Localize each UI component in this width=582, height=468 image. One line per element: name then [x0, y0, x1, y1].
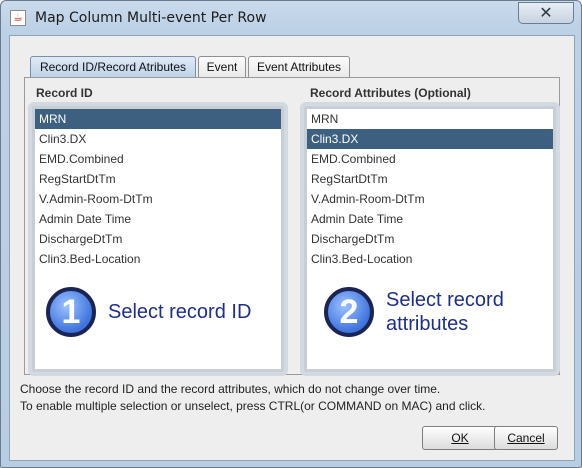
tab-record-id-attributes[interactable]: Record ID/Record Atributes — [30, 56, 196, 78]
list-item[interactable]: EMD.Combined — [35, 149, 281, 169]
list-item[interactable]: RegStartDtTm — [307, 169, 553, 189]
hint-line-2: To enable multiple selection or unselect… — [20, 399, 486, 413]
java-cup-icon: ☕ — [10, 10, 26, 26]
tab-event[interactable]: Event — [198, 56, 246, 78]
ok-button-label: OK — [451, 431, 469, 445]
step-2-badge-icon: 2 — [324, 287, 374, 337]
list-item[interactable]: Clin3.Bed-Location — [307, 249, 553, 269]
close-button[interactable]: ✕ — [518, 2, 574, 24]
list-item[interactable]: Admin Date Time — [307, 209, 553, 229]
list-item[interactable]: MRN — [35, 109, 281, 129]
dialog-content: Record ID/Record Atributes Event Event A… — [9, 35, 575, 461]
step-1-text: Select record ID — [108, 301, 252, 323]
step-1-callout: 1 Select record ID — [46, 287, 278, 337]
step-1-badge-icon: 1 — [46, 287, 96, 337]
close-icon: ✕ — [539, 3, 553, 22]
list-item[interactable]: Clin3.DX — [35, 129, 281, 149]
list-item[interactable]: Admin Date Time — [35, 209, 281, 229]
title-bar[interactable]: ☕ Map Column Multi-event Per Row ✕ — [1, 1, 581, 35]
list-item[interactable]: Clin3.DX — [307, 129, 553, 149]
list-item[interactable]: EMD.Combined — [307, 149, 553, 169]
hint-line-1: Choose the record ID and the record attr… — [20, 382, 441, 396]
step-2-text: Select record attributes — [386, 289, 504, 335]
ok-button[interactable]: OK — [422, 426, 498, 450]
list-item[interactable]: V.Admin-Room-DtTm — [35, 189, 281, 209]
list-item[interactable]: Clin3.Bed-Location — [35, 249, 281, 269]
list-item[interactable]: V.Admin-Room-DtTm — [307, 189, 553, 209]
list-item[interactable]: DischargeDtTm — [307, 229, 553, 249]
step-2-callout: 2 Select record attributes — [324, 287, 536, 337]
list-item[interactable]: RegStartDtTm — [35, 169, 281, 189]
list-item[interactable]: MRN — [307, 109, 553, 129]
cancel-button-label: Cancel — [507, 431, 545, 445]
cancel-button[interactable]: Cancel — [494, 426, 558, 450]
list-item[interactable]: DischargeDtTm — [35, 229, 281, 249]
tab-event-attributes[interactable]: Event Attributes — [248, 56, 350, 78]
dialog-window: ☕ Map Column Multi-event Per Row ✕ Recor… — [0, 0, 582, 468]
window-title: Map Column Multi-event Per Row — [35, 10, 267, 26]
record-id-label: Record ID — [36, 86, 93, 100]
record-attributes-label: Record Attributes (Optional) — [310, 86, 471, 100]
